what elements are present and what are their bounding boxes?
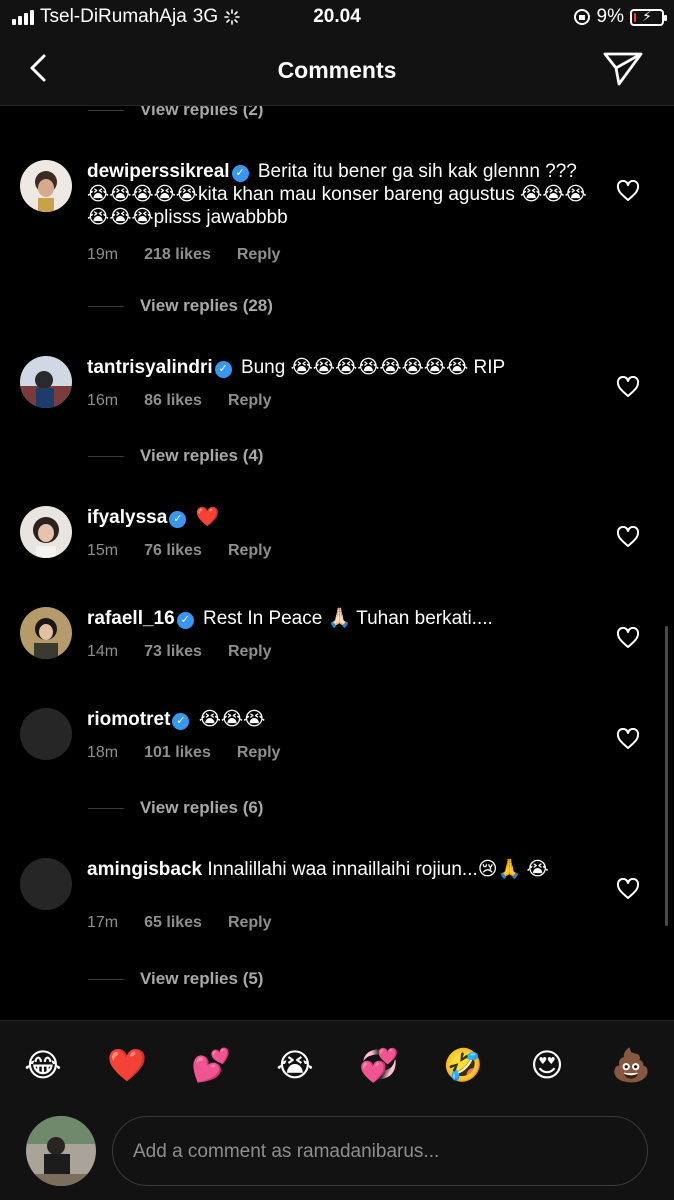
comment-username[interactable]: amingisback <box>87 859 202 880</box>
avatar[interactable] <box>20 858 72 910</box>
scrollbar[interactable] <box>665 626 668 926</box>
comment-username[interactable]: tantrisyalindri <box>87 357 213 378</box>
reply-button[interactable]: Reply <box>228 392 272 410</box>
comment-meta: 17m 65 likes Reply <box>87 914 272 932</box>
comment-body: dewiperssikreal ✓ Berita itu bener ga sih… <box>87 160 587 229</box>
comment-likes[interactable]: 76 likes <box>144 542 202 560</box>
verified-badge-icon: ✓ <box>214 361 232 378</box>
comment-body: tantrisyalindri ✓ Bung 😭😭😭😭😭😭😭😭 RIP <box>87 356 587 379</box>
comment-input[interactable] <box>133 1139 623 1165</box>
page-title: Comments <box>277 57 397 83</box>
comment-composer <box>0 1110 674 1200</box>
comment-likes[interactable]: 101 likes <box>144 744 211 762</box>
view-replies-button[interactable]: View replies (4) <box>88 446 263 466</box>
view-replies-button[interactable]: View replies (6) <box>88 798 263 818</box>
divider <box>88 305 124 307</box>
heart-outline-icon[interactable] <box>616 878 640 900</box>
view-replies-label: View replies (28) <box>140 296 273 315</box>
reply-button[interactable]: Reply <box>228 542 272 560</box>
comments-list[interactable]: View replies (2) dewiperssikreal ✓ Berita… <box>0 106 674 1020</box>
view-replies-label: View replies (5) <box>140 969 264 988</box>
emoji-button[interactable]: 😭 <box>275 1045 315 1085</box>
emoji-button[interactable]: 😂 <box>23 1045 63 1085</box>
charging-bolt-icon: ⚡ <box>642 7 652 24</box>
emoji-bar: 😂 ❤️ 💕 😭 💞 🤣 😍 💩 <box>0 1020 674 1110</box>
emoji-button[interactable]: 🤣 <box>443 1045 483 1085</box>
reply-button[interactable]: Reply <box>237 744 281 762</box>
comment-time: 19m <box>87 246 119 263</box>
status-right: 9% ⚡ <box>573 6 667 28</box>
divider <box>88 807 124 809</box>
view-replies-button[interactable]: View replies (28) <box>88 296 273 316</box>
divider <box>88 978 124 980</box>
comment-text: Innalillahi waa innaillaihi rojiun...😢🙏 … <box>207 859 549 880</box>
comment-text: Bung 😭😭😭😭😭😭😭😭 RIP <box>240 357 506 378</box>
comment-body: rafaell_16 ✓ Rest In Peace 🙏🏻 Tuhan berka… <box>87 607 587 630</box>
divider <box>88 455 124 457</box>
view-replies-button[interactable]: View replies (2) <box>88 106 263 120</box>
view-replies-label: View replies (2) <box>140 106 264 119</box>
comment-likes[interactable]: 218 likes <box>144 246 211 264</box>
comment-text: ❤️ <box>195 507 220 528</box>
avatar[interactable] <box>20 607 72 659</box>
paper-plane-icon[interactable] <box>602 50 644 86</box>
avatar[interactable] <box>26 1116 96 1186</box>
comment-username[interactable]: dewiperssikreal <box>87 161 230 182</box>
header: Comments <box>0 34 674 106</box>
verified-badge-icon: ✓ <box>176 612 194 629</box>
heart-outline-icon[interactable] <box>616 376 640 398</box>
comment-meta: 15m 76 likes Reply <box>87 542 272 560</box>
emoji-button[interactable]: 💞 <box>359 1045 399 1085</box>
emoji-button[interactable]: 💕 <box>191 1045 231 1085</box>
heart-outline-icon[interactable] <box>616 728 640 750</box>
avatar[interactable] <box>20 708 72 760</box>
reply-button[interactable]: Reply <box>237 246 281 264</box>
comment-body: riomotret ✓ 😭😭😭 <box>87 708 587 731</box>
comment-text: Rest In Peace 🙏🏻 Tuhan berkati.... <box>202 608 493 629</box>
comment-username[interactable]: riomotret <box>87 709 170 730</box>
heart-outline-icon[interactable] <box>616 180 640 202</box>
view-replies-label: View replies (6) <box>140 798 264 817</box>
comment-body: ifyalyssa ✓ ❤️ <box>87 506 587 529</box>
comment-likes[interactable]: 86 likes <box>144 392 202 410</box>
comment-time: 18m <box>87 744 119 761</box>
comment-username[interactable]: rafaell_16 <box>87 608 175 629</box>
comment-likes[interactable]: 73 likes <box>144 643 202 661</box>
comment-time: 15m <box>87 542 119 559</box>
emoji-button[interactable]: ❤️ <box>107 1045 147 1085</box>
comment-time: 16m <box>87 392 119 409</box>
comment-time: 17m <box>87 914 119 931</box>
battery-icon: ⚡ <box>630 7 667 26</box>
view-replies-label: View replies (4) <box>140 446 264 465</box>
divider <box>88 109 124 111</box>
emoji-button[interactable]: 😍 <box>527 1045 567 1085</box>
status-bar: Tsel-DiRumahAja 3G 20.04 9% ⚡ <box>0 0 674 34</box>
heart-outline-icon[interactable] <box>616 627 640 649</box>
avatar[interactable] <box>20 356 72 408</box>
comment-username[interactable]: ifyalyssa <box>87 507 167 528</box>
comment-meta: 19m 218 likes Reply <box>87 246 280 264</box>
avatar[interactable] <box>20 506 72 558</box>
comment-text: 😭😭😭 <box>198 709 266 730</box>
reply-button[interactable]: Reply <box>228 914 272 932</box>
avatar[interactable] <box>20 160 72 212</box>
battery-percent: 9% <box>596 6 624 27</box>
verified-badge-icon: ✓ <box>172 713 190 730</box>
verified-badge-icon: ✓ <box>231 165 249 182</box>
comment-time: 14m <box>87 643 119 660</box>
heart-outline-icon[interactable] <box>616 526 640 548</box>
comment-meta: 16m 86 likes Reply <box>87 392 272 410</box>
comment-field[interactable] <box>112 1116 648 1186</box>
comment-meta: 18m 101 likes Reply <box>87 744 280 762</box>
orientation-lock-icon <box>573 9 590 25</box>
comment-likes[interactable]: 65 likes <box>144 914 202 932</box>
view-replies-button[interactable]: View replies (5) <box>88 969 263 989</box>
emoji-button[interactable]: 💩 <box>611 1045 651 1085</box>
verified-badge-icon: ✓ <box>169 511 187 528</box>
comment-meta: 14m 73 likes Reply <box>87 643 272 661</box>
comment-body: amingisback Innalillahi waa innaillaihi … <box>87 858 587 881</box>
reply-button[interactable]: Reply <box>228 643 272 661</box>
